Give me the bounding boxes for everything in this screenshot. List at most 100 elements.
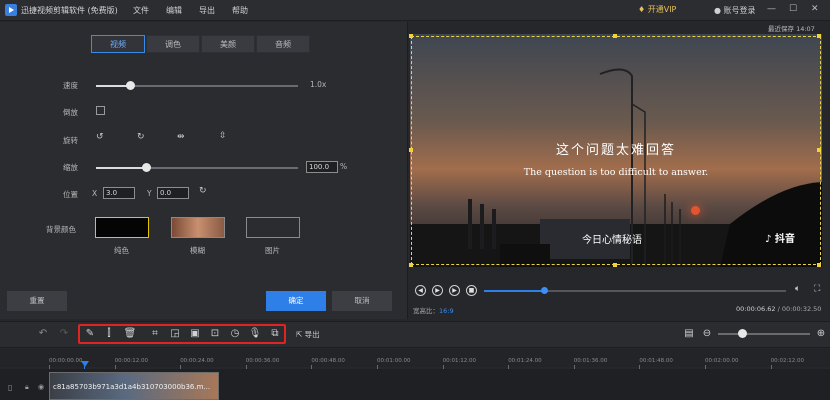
bg-blur-swatch[interactable]	[171, 217, 225, 238]
timeline-tick-label: 00:01:36.00	[573, 358, 608, 364]
bg-image-label: 图片	[265, 246, 280, 255]
track-video-icon: ▯	[8, 383, 13, 392]
playback-progress-knob[interactable]	[541, 287, 549, 294]
duration-icon[interactable]: ◷	[228, 327, 242, 341]
crop-icon[interactable]: ⌗	[148, 327, 162, 341]
resize-handle[interactable]	[613, 34, 617, 38]
tab-video[interactable]: 视频	[91, 35, 145, 53]
position-label: 位置	[63, 190, 78, 199]
timeline-tick-label: 00:01:24.00	[508, 358, 542, 364]
resize-handle[interactable]	[817, 263, 821, 267]
edit-icon[interactable]: ✎	[83, 327, 97, 341]
zoom-in-icon[interactable]: ⊕	[814, 327, 828, 341]
visibility-icon[interactable]: ◉	[38, 383, 44, 391]
menu-export[interactable]: 导出	[199, 5, 215, 16]
login-button[interactable]: ● 账号登录	[714, 5, 756, 16]
flip-horizontal-icon[interactable]: ⇹	[177, 132, 185, 142]
lock-icon[interactable]: 🔒︎	[25, 383, 29, 392]
menu-file[interactable]: 文件	[133, 5, 149, 16]
resize-handle[interactable]	[409, 34, 413, 38]
tab-color[interactable]: 调色	[146, 35, 200, 53]
zoom-slider-knob[interactable]	[738, 329, 747, 338]
fullscreen-icon[interactable]: ⛶	[814, 284, 820, 294]
timeline-tick-label: 00:00:48.00	[311, 358, 345, 364]
stop-icon[interactable]: ■	[466, 285, 477, 296]
export-icon: ⇱	[296, 330, 305, 339]
vip-button[interactable]: ♦ 开通VIP	[638, 4, 676, 15]
menu-help[interactable]: 帮助	[232, 5, 248, 16]
reverse-checkbox[interactable]	[96, 106, 105, 115]
freeze-icon[interactable]: ⊡	[208, 327, 222, 341]
position-y-label: Y	[147, 189, 152, 198]
app-title: 迅捷视频剪辑软件 (免费版)	[21, 6, 118, 15]
selection-box[interactable]	[411, 36, 821, 265]
zoom-out-icon[interactable]: ⊖	[700, 327, 714, 341]
scale-label: 缩放	[63, 163, 78, 172]
next-frame-icon[interactable]: ▶	[449, 285, 460, 296]
close-icon[interactable]: ✕	[811, 4, 819, 14]
bg-solid-label: 纯色	[114, 246, 129, 255]
aspect-ratio[interactable]: 宽高比：16:9	[413, 305, 454, 315]
scale-unit: %	[340, 162, 348, 171]
prev-frame-icon[interactable]: ◀	[415, 285, 426, 296]
play-icon[interactable]: ▶	[432, 285, 443, 296]
bg-image-swatch[interactable]	[246, 217, 300, 238]
delete-icon[interactable]: 🗑︎	[123, 327, 137, 341]
maximize-icon[interactable]: ☐	[789, 4, 797, 14]
timeline-tick-label: 00:01:48.00	[639, 358, 673, 364]
bg-blur-label: 模糊	[190, 246, 205, 255]
timeline-tick-label: 00:00:36.00	[245, 358, 280, 364]
reverse-label: 倒放	[63, 108, 78, 117]
save-status: 最近保存 14:07	[768, 25, 815, 33]
tab-beauty[interactable]: 美颜	[201, 35, 255, 53]
resize-handle[interactable]	[409, 148, 413, 152]
volume-icon[interactable]: 🔈︎	[795, 284, 800, 294]
cancel-button[interactable]: 取消	[332, 291, 392, 311]
resize-handle[interactable]	[817, 148, 821, 152]
undo-icon[interactable]: ↶	[36, 327, 50, 341]
resize-handle[interactable]	[409, 263, 413, 267]
scale-slider-knob[interactable]	[142, 163, 151, 172]
user-icon: ●	[714, 6, 724, 15]
clip-name: c81a85703b971a3d1a4b310703000b36.m...	[53, 383, 211, 391]
resize-handle[interactable]	[817, 34, 821, 38]
playhead-icon[interactable]	[81, 361, 89, 367]
timeline-tick-label: 00:00:24.00	[180, 358, 214, 364]
fit-icon[interactable]: ▤	[682, 327, 696, 341]
minimize-icon[interactable]: —	[767, 4, 776, 14]
confirm-button[interactable]: 确定	[266, 291, 326, 311]
flip-vertical-icon[interactable]: ⇳	[219, 131, 227, 141]
reset-position-icon[interactable]: ↻	[199, 186, 207, 196]
zoom-slider[interactable]	[718, 333, 810, 335]
position-x-label: X	[92, 189, 98, 198]
timeline-tick-label: 00:01:12.00	[442, 358, 477, 364]
resize-handle[interactable]	[613, 263, 617, 267]
position-x-input[interactable]: 3.0	[103, 187, 135, 199]
app-logo-icon	[5, 4, 17, 16]
split-icon[interactable]: ⫿	[102, 327, 116, 341]
timeline-tick-label: 00:00:00.00	[49, 358, 83, 364]
rotate-right-icon[interactable]: ↻	[137, 132, 145, 142]
speed-slider-knob[interactable]	[126, 81, 135, 90]
timeline-tick-label: 00:00:12.00	[114, 358, 149, 364]
export-button[interactable]: ⇱ 导出	[296, 329, 320, 340]
mosaic-icon[interactable]: ▣	[188, 327, 202, 341]
tab-audio[interactable]: 音频	[256, 35, 310, 53]
time-display: 00:00:06.62 / 00:00:32.50	[736, 305, 822, 313]
menu-edit[interactable]: 编辑	[166, 5, 182, 16]
timeline-tick-label: 00:01:00.00	[377, 358, 411, 364]
timeline-tick-label: 00:02:00.00	[705, 358, 739, 364]
position-y-input[interactable]: 0.0	[157, 187, 189, 199]
bg-solid-swatch[interactable]	[95, 217, 149, 238]
speed-value: 1.0x	[310, 80, 327, 89]
scale-input[interactable]: 100.0	[306, 161, 338, 173]
timeline-tick-label: 00:02:12.00	[770, 358, 805, 364]
dub-icon[interactable]: ⧉	[268, 327, 282, 341]
speed-label: 速度	[63, 81, 78, 90]
speed-icon[interactable]: ◲	[168, 327, 182, 341]
reset-button[interactable]: 重置	[7, 291, 67, 311]
redo-icon[interactable]: ↷	[57, 327, 71, 341]
voice-icon[interactable]: 🎙︎	[248, 327, 262, 341]
rotate-left-icon[interactable]: ↺	[96, 132, 104, 142]
speed-slider-fill	[96, 85, 130, 87]
